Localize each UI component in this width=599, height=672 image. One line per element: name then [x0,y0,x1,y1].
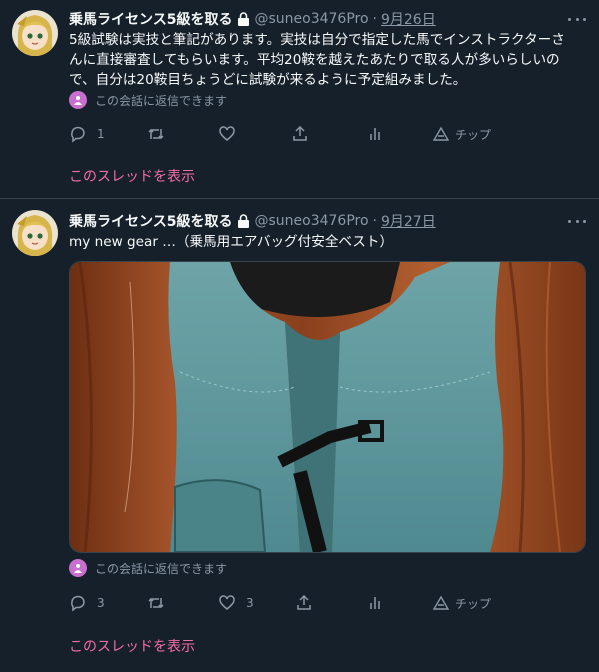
lock-icon [237,214,250,228]
reply-restriction: この会話に返信できます [69,558,227,578]
like-icon [218,125,236,143]
analytics-button[interactable] [366,593,384,613]
display-name[interactable]: 乗馬ライセンス5級を取る [69,211,232,231]
action-bar: 1 チップ [69,124,589,144]
share-button[interactable] [295,593,313,613]
analytics-icon [366,125,384,143]
tip-label: チップ [455,596,492,611]
like-button[interactable] [218,124,236,144]
tweet-header: 乗馬ライセンス5級を取る @suneo3476Pro · 9月27日 [69,211,436,231]
handle[interactable]: @suneo3476Pro [254,213,368,229]
tweet-header: 乗馬ライセンス5級を取る @suneo3476Pro · 9月26日 [69,9,436,29]
tip-icon [433,595,449,611]
handle[interactable]: @suneo3476Pro [254,11,368,27]
like-count: 3 [246,596,254,610]
tip-button[interactable]: チップ [433,124,491,144]
retweet-icon [147,594,165,612]
divider [0,198,599,199]
show-thread-link[interactable]: このスレッドを表示 [69,167,195,187]
action-bar: 3 3 チップ [69,593,589,613]
retweet-button[interactable] [147,593,165,613]
share-icon [295,594,313,612]
tweet-date[interactable]: 9月26日 [381,9,436,29]
share-button[interactable] [291,124,309,144]
vest-photo [70,262,585,552]
reply-button[interactable]: 1 [69,124,105,144]
retweet-button[interactable] [147,124,165,144]
tweet-date[interactable]: 9月27日 [381,211,436,231]
more-icon[interactable] [568,16,586,22]
avatar-image [12,210,58,256]
tip-label: チップ [455,127,492,142]
reply-icon [69,125,87,143]
tweet[interactable]: 乗馬ライセンス5級を取る @suneo3476Pro · 9月27日 my ne… [0,200,599,672]
reply-note-text: この会話に返信できます [95,561,228,576]
reply-icon [69,594,87,612]
like-button[interactable]: 3 [218,593,254,613]
reply-count: 3 [97,596,105,610]
like-icon [218,594,236,612]
separator: · [372,213,377,229]
lock-icon [237,12,250,26]
reply-count: 1 [97,127,105,141]
tweet-text-line: で、自分は20鞍目ちょうどに試験が来るように予定組みました。 [69,72,467,88]
tweet-text-line: 5級試験は実技と筆記があります。実技は自分で指定した馬でインストラクターさ [69,32,565,48]
reply-restriction: この会話に返信できます [69,90,227,110]
tip-icon [433,126,449,142]
tweet-text-line: my new gear …（乗馬用エアバッグ付安全ベスト） [69,234,394,250]
conversation-badge-icon [69,91,87,109]
tweet-media-photo[interactable] [69,261,586,553]
tweet[interactable]: 乗馬ライセンス5級を取る @suneo3476Pro · 9月26日 5級試験は… [0,0,599,198]
retweet-icon [147,125,165,143]
avatar-image [12,10,58,56]
separator: · [372,11,377,27]
avatar[interactable] [12,10,58,56]
show-thread-link[interactable]: このスレッドを表示 [69,637,195,657]
analytics-button[interactable] [366,124,384,144]
tweet-text-line: んに直接審査してもらいます。平均20鞍を越えたあたりで取る人が多いらしいの [69,52,560,68]
analytics-icon [366,594,384,612]
tip-button[interactable]: チップ [433,593,491,613]
reply-button[interactable]: 3 [69,593,105,613]
tweet-text: 5級試験は実技と筆記があります。実技は自分で指定した馬でインストラクターさ んに… [69,30,589,90]
reply-note-text: この会話に返信できます [95,93,228,108]
more-icon[interactable] [568,218,586,224]
display-name[interactable]: 乗馬ライセンス5級を取る [69,9,232,29]
tweet-text: my new gear …（乗馬用エアバッグ付安全ベスト） [69,232,589,252]
conversation-badge-icon [69,559,87,577]
avatar[interactable] [12,210,58,256]
share-icon [291,125,309,143]
